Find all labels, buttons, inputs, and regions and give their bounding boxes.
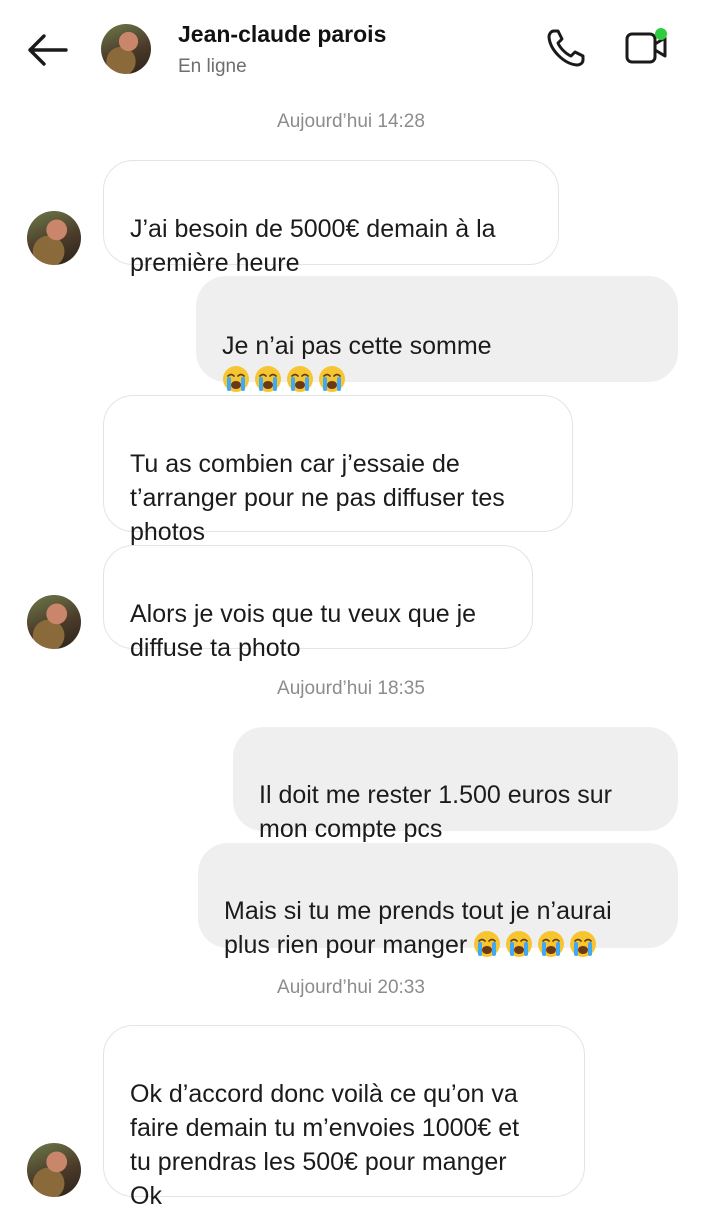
crying-emoji-group — [222, 366, 350, 394]
sender-avatar[interactable] — [27, 1143, 81, 1197]
crying-face-emoji — [537, 930, 565, 958]
message-text: J’ai besoin de 5000€ demain à la premièr… — [130, 215, 496, 277]
crying-face-emoji — [505, 930, 533, 958]
phone-icon[interactable] — [544, 26, 588, 70]
timestamp-2: Aujourd’hui 18:35 — [277, 678, 425, 699]
contact-avatar[interactable] — [101, 24, 151, 74]
incoming-message[interactable]: J’ai besoin de 5000€ demain à la premièr… — [103, 160, 559, 277]
message-text: Je n’ai pas cette somme — [222, 332, 492, 360]
contact-status: En ligne — [178, 56, 247, 77]
message-text: Alors je vois que tu veux que je diffuse… — [130, 600, 477, 662]
outgoing-message[interactable]: Il doit me rester 1.500 euros sur mon co… — [233, 727, 678, 843]
incoming-message[interactable]: Alors je vois que tu veux que je diffuse… — [103, 545, 533, 662]
crying-face-emoji — [473, 930, 501, 958]
incoming-message[interactable]: Tu as combien car j’essaie de t’arranger… — [103, 395, 573, 546]
crying-emoji-group — [473, 931, 601, 959]
sender-avatar[interactable] — [27, 211, 81, 265]
timestamp-3: Aujourd’hui 20:33 — [277, 977, 425, 998]
message-text: Ok d’accord donc voilà ce qu’on va faire… — [130, 1080, 520, 1210]
crying-face-emoji — [318, 365, 346, 393]
crying-face-emoji — [222, 365, 250, 393]
crying-face-emoji — [254, 365, 282, 393]
video-call-icon[interactable] — [624, 26, 672, 68]
incoming-message[interactable]: Ok d’accord donc voilà ce qu’on va faire… — [103, 1025, 585, 1210]
message-text: Tu as combien car j’essaie de t’arranger… — [130, 450, 505, 546]
contact-name[interactable]: Jean-claude parois — [178, 21, 386, 48]
back-arrow-icon[interactable] — [24, 30, 70, 70]
online-dot — [655, 28, 667, 40]
sender-avatar[interactable] — [27, 595, 81, 649]
outgoing-message[interactable]: Je n’ai pas cette somme — [196, 276, 678, 494]
crying-face-emoji — [286, 365, 314, 393]
outgoing-message[interactable]: Mais si tu me prends tout je n’aurai plu… — [198, 843, 678, 959]
message-text: Il doit me rester 1.500 euros sur mon co… — [259, 781, 612, 843]
crying-face-emoji — [569, 930, 597, 958]
timestamp-1: Aujourd’hui 14:28 — [277, 111, 425, 132]
